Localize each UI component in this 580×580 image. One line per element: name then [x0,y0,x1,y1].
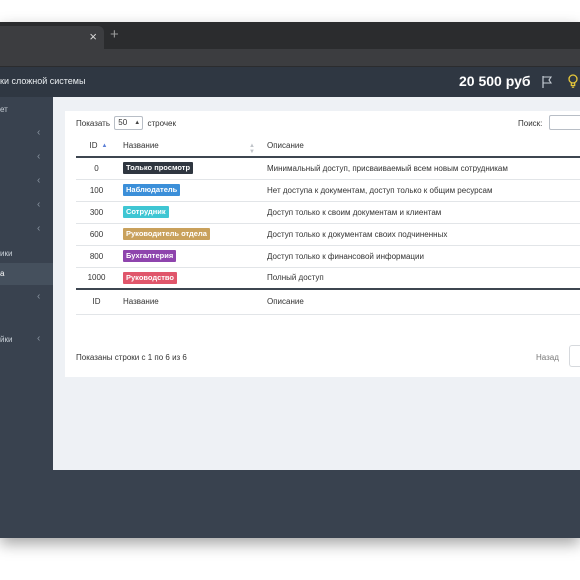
show-suffix: строчек [147,119,176,129]
sidebar-item[interactable] [0,307,53,329]
chevron-left-icon: ‹ [37,127,41,138]
browser-toolbar [0,49,580,67]
role-badge: Руководство [123,271,178,284]
role-id: 600 [76,222,117,245]
sidebar-item[interactable]: ет [0,99,53,121]
chevron-left-icon: ‹ [37,175,41,186]
role-badge: Сотрудник [123,206,169,218]
sidebar-item-active[interactable]: а [0,263,53,285]
role-name-cell: Руководство [117,266,261,289]
sidebar-item-label: ики [0,249,13,258]
sidebar-item[interactable]: ‹ [0,123,53,145]
role-description: Полный доступ [261,266,580,289]
table-footer-row: ID Название Описание [76,288,580,315]
role-id: 1000 [76,266,117,289]
role-badge: Руководитель отдела [123,228,210,240]
new-tab-icon[interactable]: + [110,27,119,43]
roles-table: ID ▲ Название ▲ ▼ Описание 0 Только просмотр… [76,135,580,315]
sidebar-item[interactable]: йки ‹ [0,329,53,351]
roles-panel: Показать 50 ▲ строчек Поиск: ID ▲ Назван… [65,111,580,377]
table-row: 800 Бухгалтерия Доступ только к финансовой… [76,244,580,267]
role-description: Нет доступа к документам, доступ только … [261,178,580,201]
sidebar-item-label: а [0,269,5,278]
table-row: 1000 Руководство Полный доступ [76,266,580,289]
role-badge: Только просмотр [123,162,194,175]
page-length-select[interactable]: 50 ▲ [114,116,144,130]
previous-page-button[interactable]: Назад [536,353,559,362]
role-name-cell: Руководитель отдела [117,222,261,245]
sidebar-item[interactable]: ики [0,243,53,265]
pagination-info: Показаны строки с 1 по 6 из 6 [76,353,187,362]
table-row: 0 Только просмотр Минимальный доступ, прис… [76,156,580,179]
close-tab-icon[interactable]: × [89,29,97,45]
page-length-control: Показать 50 ▲ строчек [76,116,176,131]
show-label: Показать [76,119,111,129]
sort-icon: ▲ ▼ [249,143,255,155]
role-id: 800 [76,244,117,267]
browser-tab-strip: × + [0,22,580,49]
sidebar-item-label: йки [0,335,13,344]
role-badge: Наблюдатель [123,184,181,196]
column-header-name[interactable]: Название ▲ ▼ [117,135,261,158]
search-input[interactable] [549,115,580,130]
sidebar-item[interactable]: ‹ [0,287,53,309]
role-name-cell: Бухгалтерия [117,244,261,267]
role-id: 300 [76,200,117,223]
page-number-button[interactable] [569,345,580,367]
sidebar: ет ‹ ‹ ‹ ‹ ‹ ики а ‹ йки ‹ [0,97,53,538]
table-row: 600 Руководитель отдела Доступ только к до… [76,222,580,245]
role-id: 0 [76,156,117,179]
sidebar-item[interactable]: ‹ [0,171,53,193]
column-header-description[interactable]: Описание [261,135,580,158]
role-name-cell: Сотрудник [117,200,261,223]
footer-header-description[interactable]: Описание [261,288,580,315]
app-title: ки сложной системы [0,76,86,86]
role-id: 100 [76,178,117,201]
role-description: Минимальный доступ, присваиваемый всем н… [261,156,580,179]
chevron-left-icon: ‹ [37,291,41,302]
table-row: 100 Наблюдатель Нет доступа к документам, … [76,178,580,201]
lightbulb-icon[interactable] [568,74,578,89]
select-arrows-icon: ▲ [134,120,141,126]
role-description: Доступ только к документам своих подчине… [261,222,580,245]
sidebar-item[interactable]: ‹ [0,147,53,169]
role-badge: Бухгалтерия [123,250,177,262]
search-label: Поиск: [518,119,543,128]
footer-header-name[interactable]: Название [117,288,261,315]
browser-tab[interactable]: × [0,26,104,49]
column-header-id[interactable]: ID ▲ [76,135,117,158]
main-content: Показать 50 ▲ строчек Поиск: ID ▲ Назван… [53,97,580,470]
app-window: × + ки сложной системы 20 500 руб ет ‹ ‹… [0,22,580,538]
sort-ascending-icon: ▲ [101,143,108,149]
chevron-left-icon: ‹ [37,199,41,210]
chevron-left-icon: ‹ [37,151,41,162]
footer-header-id[interactable]: ID [76,288,117,315]
table-header-row: ID ▲ Название ▲ ▼ Описание [76,135,580,158]
table-row: 300 Сотрудник Доступ только к своим докуме… [76,200,580,223]
balance-amount: 20 500 руб [459,73,531,89]
role-name-cell: Наблюдатель [117,178,261,201]
chevron-left-icon: ‹ [37,333,41,344]
sidebar-item[interactable]: ‹ [0,195,53,217]
app-header: ки сложной системы 20 500 руб [0,67,580,97]
role-name-cell: Только просмотр [117,156,261,179]
role-description: Доступ только к своим документам и клиен… [261,200,580,223]
sidebar-item[interactable]: ‹ [0,219,53,241]
chevron-left-icon: ‹ [37,223,41,234]
sidebar-item-label: ет [0,105,8,114]
page-length-value: 50 [118,118,128,127]
role-description: Доступ только к финансовой информации [261,244,580,267]
flag-icon[interactable] [541,75,553,89]
